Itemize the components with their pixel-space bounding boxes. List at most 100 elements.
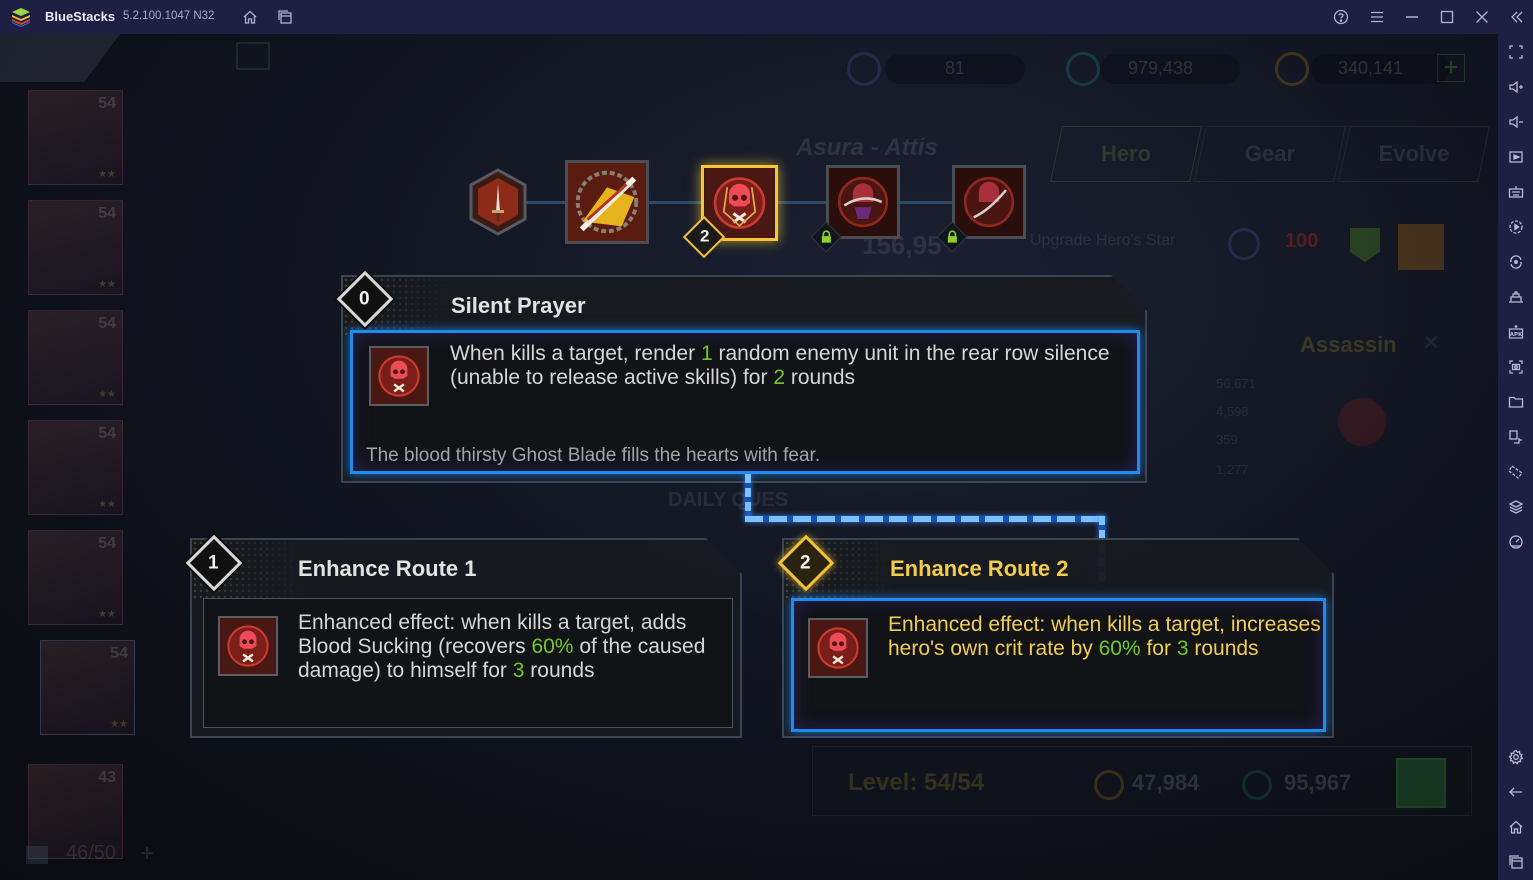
skill-icon: [369, 346, 429, 406]
currency-exp: 979,438: [1100, 54, 1240, 84]
route-number: 1: [207, 552, 219, 574]
stat-value: 4,598: [1216, 404, 1249, 419]
gold-coin-icon: [1094, 770, 1124, 800]
game-viewport[interactable]: 54 ★★ 54 ★★ 54 ★★ 54 ★★ 54 ★★ 54 ★★ 43 46/50 +…: [0, 34, 1498, 880]
skull-skill-icon: [220, 618, 276, 674]
route-title: Enhance Route 2: [890, 556, 1069, 581]
screenshot-icon[interactable]: [1506, 357, 1525, 376]
hero-name: Asura - Attis: [796, 134, 938, 161]
hero-card[interactable]: 54 ★★: [28, 420, 123, 515]
svg-text:APK: APK: [1509, 332, 1522, 338]
skill-node-dagger[interactable]: [468, 168, 528, 236]
back-icon[interactable]: [1506, 782, 1525, 801]
recent-apps-icon[interactable]: [1506, 852, 1525, 871]
volume-down-icon[interactable]: [1506, 112, 1525, 131]
locked-skill-icon: [955, 168, 1023, 236]
star-badge-icon: [1228, 228, 1260, 260]
desc-text: rounds: [524, 659, 595, 682]
title-bar: BlueStacks 5.2.100.1047 N32: [0, 0, 1533, 34]
desc-text: rounds: [785, 366, 856, 389]
route-number: 2: [799, 552, 811, 574]
tab-label: Gear: [1244, 141, 1296, 166]
multi-instance-icon[interactable]: [275, 7, 295, 27]
exp-coin-icon: [1242, 770, 1272, 800]
level-up-gold-cost: 47,984: [1132, 770, 1200, 795]
hero-card[interactable]: 54 ★★: [28, 530, 123, 625]
hero-stars: ★★: [98, 499, 116, 510]
layers-icon[interactable]: [1506, 497, 1525, 516]
hero-card-selected[interactable]: 54 ★★: [40, 640, 135, 735]
tab-gear[interactable]: Gear: [1194, 126, 1346, 182]
level-label-text: Level:: [848, 769, 918, 796]
multi-instance-manager-icon[interactable]: [1506, 427, 1525, 446]
desc-highlight: 1: [700, 342, 713, 365]
hero-card[interactable]: 54 ★★: [28, 200, 123, 295]
tab-label: Evolve: [1378, 141, 1450, 166]
volume-up-icon[interactable]: [1506, 77, 1525, 96]
hero-stars: ★★: [110, 719, 128, 730]
currency-gold: 340,141: [1310, 54, 1450, 84]
app-title: BlueStacks: [45, 9, 116, 24]
sync-instances-icon[interactable]: [1506, 252, 1525, 271]
game-controls-icon[interactable]: [1506, 287, 1525, 306]
skill-level-value: 2: [699, 226, 710, 246]
skill-icon: [218, 616, 278, 676]
hero-count: 46/50: [66, 842, 117, 864]
skill-node-chain-blade[interactable]: [565, 160, 649, 244]
desc-highlight: 3: [1176, 637, 1189, 660]
fullscreen-icon[interactable]: [1506, 42, 1525, 61]
hero-card[interactable]: 54 ★★: [28, 90, 123, 185]
close-icon[interactable]: [1472, 7, 1492, 27]
rank-value: 0: [358, 288, 370, 310]
class-label: Assassin: [1300, 332, 1397, 357]
keyboard-controls-icon[interactable]: [1506, 182, 1525, 201]
skill-flavor-text: The blood thirsty Ghost Blade fills the …: [366, 445, 821, 466]
media-folder-icon[interactable]: [1506, 392, 1525, 411]
upgrade-star-button[interactable]: [1398, 224, 1444, 270]
menu-icon[interactable]: [1367, 7, 1387, 27]
chain-blade-skill-icon: [568, 163, 646, 241]
level-label: Level: 54/54: [848, 769, 984, 797]
bluestacks-sidebar: APK: [1498, 34, 1533, 880]
hero-level: 54: [98, 425, 116, 442]
maximize-icon[interactable]: [1437, 7, 1457, 27]
route-connector: [745, 474, 751, 518]
level-up-button[interactable]: [1396, 758, 1446, 808]
alert-shield-icon: [1350, 228, 1380, 262]
help-icon[interactable]: [1331, 7, 1351, 27]
inspect-hero-button[interactable]: [1338, 398, 1386, 446]
add-gold-button[interactable]: +: [1437, 54, 1465, 82]
class-close-icon[interactable]: ✕: [1422, 330, 1440, 356]
tab-hero[interactable]: Hero: [1050, 126, 1202, 182]
hero-level: 54: [98, 535, 116, 552]
hero-card[interactable]: 54 ★★: [28, 310, 123, 405]
lock-icon: [821, 230, 831, 243]
desc-highlight: 3: [512, 659, 525, 682]
home-icon[interactable]: [240, 7, 260, 27]
enhance-route-2-panel[interactable]: Enhance Route 2 Enhanced effect: when ki…: [782, 538, 1334, 738]
collapse-sidebar-icon[interactable]: [1507, 7, 1527, 27]
android-home-icon[interactable]: [1506, 817, 1525, 836]
install-apk-icon[interactable]: APK: [1506, 322, 1525, 341]
settings-icon[interactable]: [1506, 747, 1525, 766]
stat-value: 56,671: [1216, 376, 1256, 391]
minimize-icon[interactable]: [1402, 7, 1422, 27]
hero-stars: ★★: [98, 279, 116, 290]
skull-skill-icon: [810, 620, 866, 676]
skill-node-locked-4[interactable]: [826, 165, 900, 239]
upgrade-star-cost: 100: [1285, 230, 1319, 252]
enhance-route-1-panel[interactable]: Enhance Route 1 Enhanced effect: when ki…: [190, 538, 742, 738]
add-hero-slot-icon[interactable]: +: [140, 840, 154, 868]
hero-level: 43: [98, 769, 116, 786]
macro-recorder-icon[interactable]: [1506, 217, 1525, 236]
eco-mode-icon[interactable]: [1506, 532, 1525, 551]
currency-value: 979,438: [1128, 58, 1194, 78]
bluestacks-logo-icon: [12, 8, 30, 27]
route-connector: [745, 516, 1105, 522]
screen-record-icon[interactable]: [1506, 147, 1525, 166]
tab-evolve[interactable]: Evolve: [1338, 126, 1490, 182]
hero-stars: ★★: [98, 609, 116, 620]
desc-text: for: [1140, 637, 1177, 660]
skill-node-locked-5[interactable]: [952, 165, 1026, 239]
rotate-icon[interactable]: [1506, 462, 1525, 481]
